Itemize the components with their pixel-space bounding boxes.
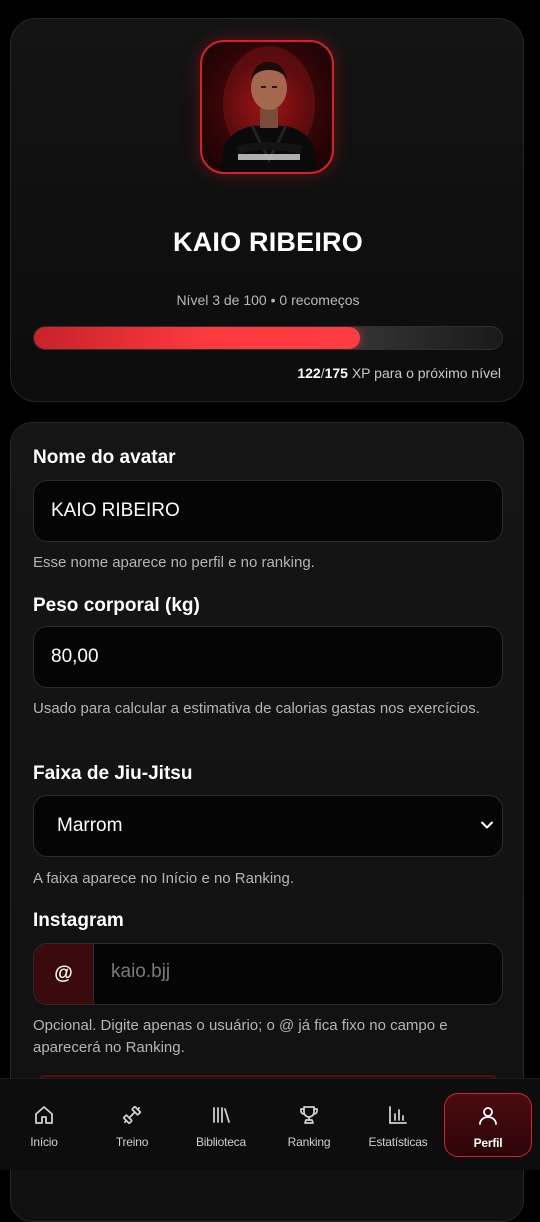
xp-total: 175 (324, 365, 348, 381)
nav-item-inicio[interactable]: Início (1, 1093, 87, 1157)
weight-help: Usado para calcular a estimativa de calo… (33, 700, 480, 717)
belt-label: Faixa de Jiu-Jitsu (33, 763, 193, 784)
belt-help: A faixa aparece no Início e no Ranking. (33, 870, 295, 887)
home-icon (35, 1106, 53, 1124)
avatar-name-input[interactable]: KAIO RIBEIRO (33, 480, 503, 542)
player-name: KAIO RIBEIRO (173, 227, 363, 257)
belt-select[interactable]: Marrom (33, 795, 503, 857)
belt-select-value: Marrom (57, 815, 123, 836)
nav-label-perfil: Perfil (473, 1136, 503, 1150)
weight-value: 80,00 (51, 646, 99, 667)
nav-label-biblioteca: Biblioteca (195, 1135, 247, 1149)
xp-progress-fill (34, 327, 361, 349)
nav-label-treino: Treino (115, 1135, 149, 1149)
bottom-nav: Início Treino Biblioteca Ranking Estatís… (0, 1078, 540, 1170)
user-icon (479, 1107, 497, 1125)
dumbbell-icon (123, 1106, 141, 1124)
nav-item-perfil[interactable]: Perfil (444, 1093, 532, 1157)
nav-item-biblioteca[interactable]: Biblioteca (178, 1093, 264, 1157)
instagram-at-prefix: @ (34, 944, 94, 1004)
avatar[interactable] (200, 40, 334, 174)
weight-input[interactable]: 80,00 (33, 626, 503, 688)
xp-status: 122/175 XP para o próximo nível (297, 365, 501, 381)
avatar-name-help: Esse nome aparece no perfil e no ranking… (33, 554, 315, 571)
instagram-field[interactable]: @ kaio.bjj (33, 943, 503, 1005)
nav-label-ranking: Ranking (287, 1135, 331, 1149)
instagram-input-placeholder[interactable]: kaio.bjj (111, 961, 170, 983)
instagram-help: Opcional. Digite apenas o usuário; o @ j… (33, 1017, 448, 1056)
xp-progress-bar (33, 326, 503, 350)
trophy-icon (300, 1106, 318, 1124)
profile-card: KAIO RIBEIRO Nível 3 de 100 • 0 recomeço… (10, 18, 524, 402)
nav-item-treino[interactable]: Treino (89, 1093, 175, 1157)
xp-suffix: XP para o próximo nível (347, 365, 501, 381)
xp-current: 122 (297, 365, 321, 381)
avatar-portrait-icon (220, 46, 318, 172)
level-info: Nível 3 de 100 • 0 recomeços (176, 292, 360, 308)
avatar-name-value: KAIO RIBEIRO (51, 500, 180, 521)
chevron-down-icon (481, 821, 493, 829)
avatar-name-label: Nome do avatar (33, 447, 176, 468)
library-icon (213, 1107, 230, 1123)
instagram-label: Instagram (33, 910, 124, 931)
nav-item-estatisticas[interactable]: Estatísticas (355, 1093, 441, 1157)
weight-label: Peso corporal (kg) (33, 595, 200, 616)
nav-item-ranking[interactable]: Ranking (266, 1093, 352, 1157)
nav-label-inicio: Início (30, 1135, 58, 1149)
bar-chart-icon (389, 1106, 407, 1124)
nav-label-estatisticas: Estatísticas (368, 1135, 428, 1149)
